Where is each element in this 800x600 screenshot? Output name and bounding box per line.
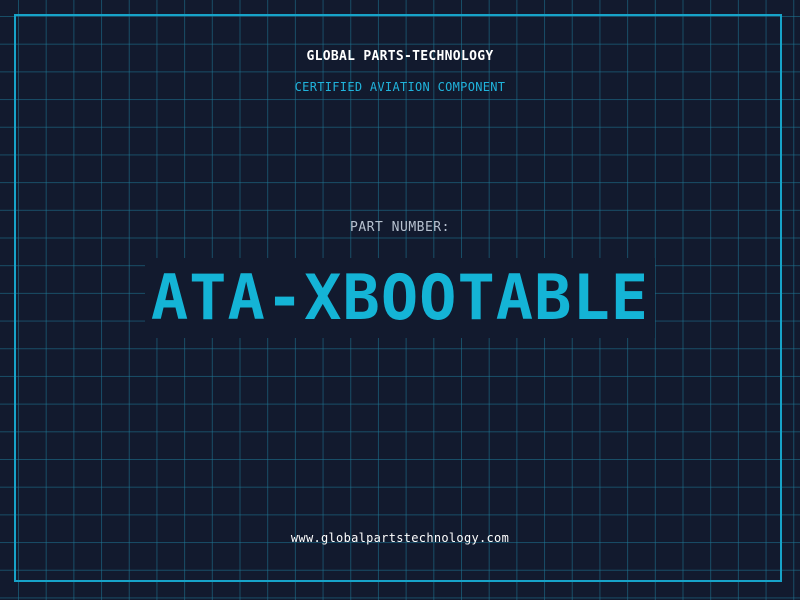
certification-tagline: CERTIFIED AVIATION COMPONENT xyxy=(294,80,506,94)
part-number-value: ATA-XBOOTABLE xyxy=(144,258,656,338)
part-number-label: PART NUMBER: xyxy=(350,220,450,235)
company-name: GLOBAL PARTS-TECHNOLOGY xyxy=(306,49,494,64)
label-page: { "header": { "company": "GLOBAL PARTS-T… xyxy=(0,0,800,600)
part-number-container: ATA-XBOOTABLE xyxy=(0,258,800,338)
website-url: www.globalpartstechnology.com xyxy=(290,531,510,545)
